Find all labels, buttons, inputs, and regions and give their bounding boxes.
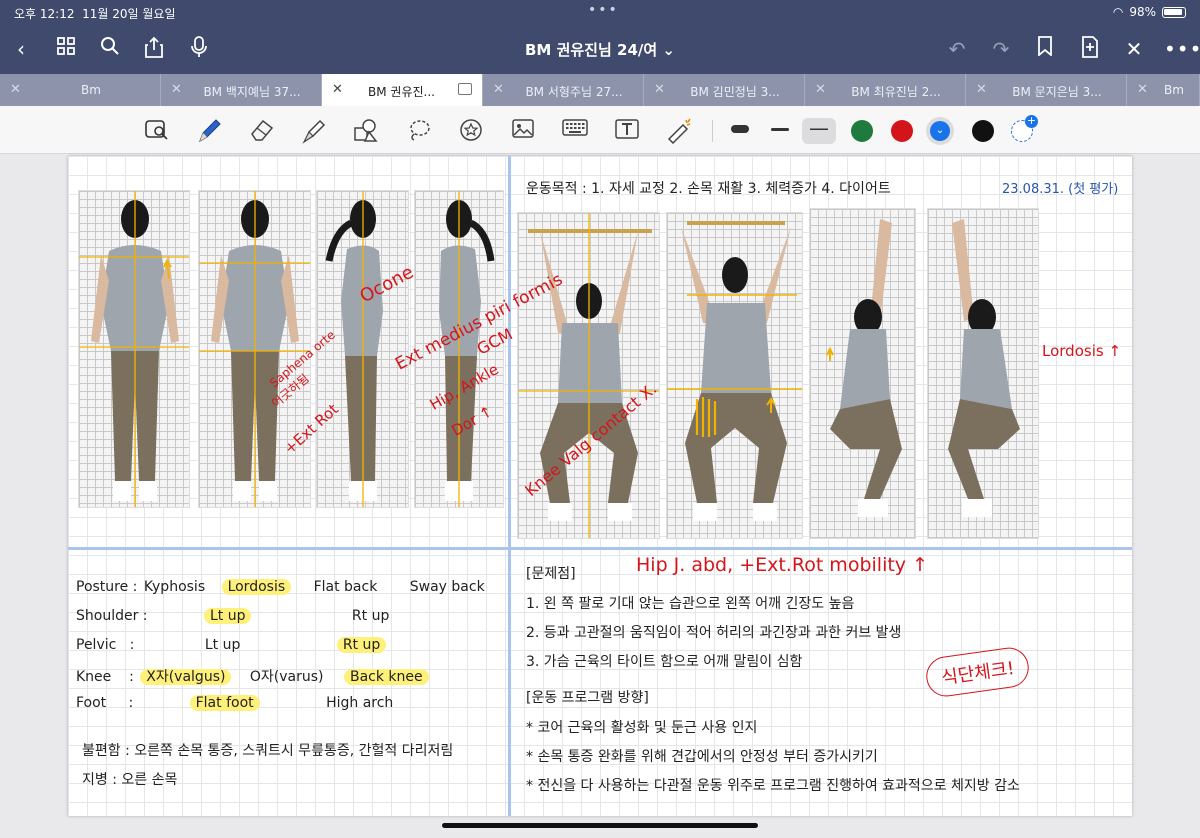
sticker-icon[interactable] xyxy=(458,118,484,144)
multitask-dots[interactable]: ••• xyxy=(588,2,619,18)
nav-bar: ‹ BM 권유진님 24/여 ⌄ ↶ ↷ ✕ ••• xyxy=(0,26,1200,74)
close-icon[interactable]: ✕ xyxy=(654,82,665,97)
close-icon[interactable]: ✕ xyxy=(493,82,504,97)
exercise-purpose: 운동목적 : 1. 자세 교정 2. 손목 재활 3. 체력증가 4. 다이어트 xyxy=(526,181,891,197)
color-swatch-green[interactable] xyxy=(851,120,873,142)
discomfort-text: 불편함 : 오른쪽 손목 통증, 스쿼트시 무릎통증, 간헐적 다리저림 xyxy=(82,743,454,759)
problem-item: 2. 등과 고관절의 움직임이 적어 허리의 과긴장과 과한 커브 발생 xyxy=(526,625,902,641)
divider-horizontal xyxy=(68,547,1132,550)
color-swatch-black[interactable] xyxy=(972,120,994,142)
close-icon[interactable]: ✕ xyxy=(171,82,182,97)
color-swatch-blue-selected[interactable]: ⌄ xyxy=(926,117,954,145)
split-view-icon[interactable] xyxy=(458,83,472,95)
add-color-button[interactable]: + xyxy=(1011,115,1038,142)
condition-text: 지병 : 오른 손목 xyxy=(82,772,178,788)
text-icon[interactable] xyxy=(614,118,640,144)
shapes-icon[interactable] xyxy=(353,118,379,144)
tab-bar: ✕ Bm ✕ BM 백지예님 37... ✕ BM 권유진... ✕ BM 서형주님 2… xyxy=(0,74,1200,106)
annotation-diet-check: 식단체크! xyxy=(923,644,1032,700)
program-item: * 전신을 다 사용하는 다관절 운동 위주로 프로그램 진행하여 효과적으로 … xyxy=(526,778,1020,794)
photo-overhead-squat-side-right xyxy=(809,208,916,539)
tab-3[interactable]: ✕ BM 서형주님 27... xyxy=(483,74,644,106)
document-title[interactable]: BM 권유진님 24/여 ⌄ xyxy=(0,39,1200,60)
home-indicator[interactable] xyxy=(442,823,758,828)
note-page[interactable]: Ocone Ext medius piri formis GCM Hip, An… xyxy=(68,156,1132,816)
more-icon[interactable]: ••• xyxy=(1164,36,1200,62)
redo-icon[interactable]: ↷ xyxy=(988,36,1014,62)
add-page-icon[interactable] xyxy=(1077,36,1103,62)
color-swatch-red[interactable] xyxy=(891,120,913,142)
photo-overhead-squat-back xyxy=(666,212,803,539)
row-foot: Foot : Flat foot High arch xyxy=(76,695,394,711)
chevron-down-icon: ⌄ xyxy=(662,41,675,59)
tab-5[interactable]: ✕ BM 최유진님 2... xyxy=(805,74,966,106)
battery-percent: 98% xyxy=(1129,5,1156,19)
status-time: 오후 12:12 11월 20일 월요일 xyxy=(14,7,176,21)
status-bar: 오후 12:12 11월 20일 월요일 ••• ◠ 98% xyxy=(0,0,1200,26)
toolbar-separator xyxy=(712,120,713,142)
plus-icon: + xyxy=(1025,114,1038,128)
row-shoulder: Shoulder : Lt up Rt up xyxy=(76,608,390,624)
tab-6[interactable]: ✕ BM 문지은님 3... xyxy=(966,74,1127,106)
close-icon[interactable]: ✕ xyxy=(332,82,343,97)
thin-stroke-option-selected[interactable] xyxy=(802,118,836,144)
evaluation-date: 23.08.31. (첫 평가) xyxy=(1002,182,1119,197)
wifi-icon: ◠ xyxy=(1112,5,1124,19)
photo-back-view xyxy=(198,190,311,508)
tab-0[interactable]: ✕ Bm xyxy=(0,74,161,106)
close-icon[interactable]: ✕ xyxy=(1137,82,1148,97)
divider-vertical xyxy=(508,156,511,816)
lasso-zoom-icon[interactable] xyxy=(144,118,170,144)
battery-icon xyxy=(1162,6,1186,18)
keyboard-icon[interactable] xyxy=(562,118,588,144)
program-item: * 코어 근육의 활성화 및 둔근 사용 인지 xyxy=(526,720,758,736)
eraser-icon[interactable] xyxy=(249,118,275,144)
tab-2-active[interactable]: ✕ BM 권유진... xyxy=(322,74,483,106)
close-tools-icon[interactable]: ✕ xyxy=(1121,36,1147,62)
photo-side-right-view xyxy=(316,190,409,508)
highlighter-icon[interactable] xyxy=(301,118,327,144)
annotation-lordosis: Lordosis ↑ xyxy=(1042,342,1122,360)
row-pelvic: Pelvic : Lt up Rt up xyxy=(76,637,387,653)
pen-icon[interactable] xyxy=(196,118,222,144)
undo-icon[interactable]: ↶ xyxy=(944,36,970,62)
close-icon[interactable]: ✕ xyxy=(976,82,987,97)
problem-item: 1. 왼 쪽 팔로 기대 앉는 습관으로 왼쪽 어깨 긴장도 높음 xyxy=(526,596,855,612)
annotation-hip-mobility: Hip J. abd, +Ext.Rot mobility ↑ xyxy=(636,554,928,576)
program-title: [운동 프로그램 방향] xyxy=(526,690,649,706)
photo-front-view xyxy=(78,190,190,508)
row-knee: Knee : X자(valgus) O자(varus) Back knee xyxy=(76,666,429,686)
tab-1[interactable]: ✕ BM 백지예님 37... xyxy=(161,74,322,106)
image-icon[interactable] xyxy=(510,118,536,144)
bookmark-icon[interactable] xyxy=(1032,36,1058,62)
program-item: * 손목 통증 완화를 위해 견갑에서의 안정성 부터 증가시키기 xyxy=(526,749,878,765)
close-icon[interactable]: ✕ xyxy=(815,82,826,97)
chevron-down-icon: ⌄ xyxy=(930,121,950,141)
tab-4[interactable]: ✕ BM 김민정님 3... xyxy=(644,74,805,106)
row-posture: Posture : Kyphosis Lordosis Flat back Sw… xyxy=(76,579,485,595)
problem-item: 3. 가슴 근육의 타이트 함으로 어깨 말림이 심함 xyxy=(526,654,803,670)
lasso-icon[interactable] xyxy=(406,118,432,144)
problems-title: [문제점] xyxy=(526,566,576,582)
tab-7[interactable]: ✕ Bm xyxy=(1127,74,1200,106)
medium-stroke-option[interactable] xyxy=(767,118,793,144)
thick-stroke-option[interactable] xyxy=(727,118,753,144)
close-icon[interactable]: ✕ xyxy=(10,82,21,97)
drawing-toolbar: ⌄ + xyxy=(0,106,1200,154)
photo-overhead-squat-side-left xyxy=(927,208,1039,539)
laser-icon[interactable] xyxy=(666,118,692,145)
